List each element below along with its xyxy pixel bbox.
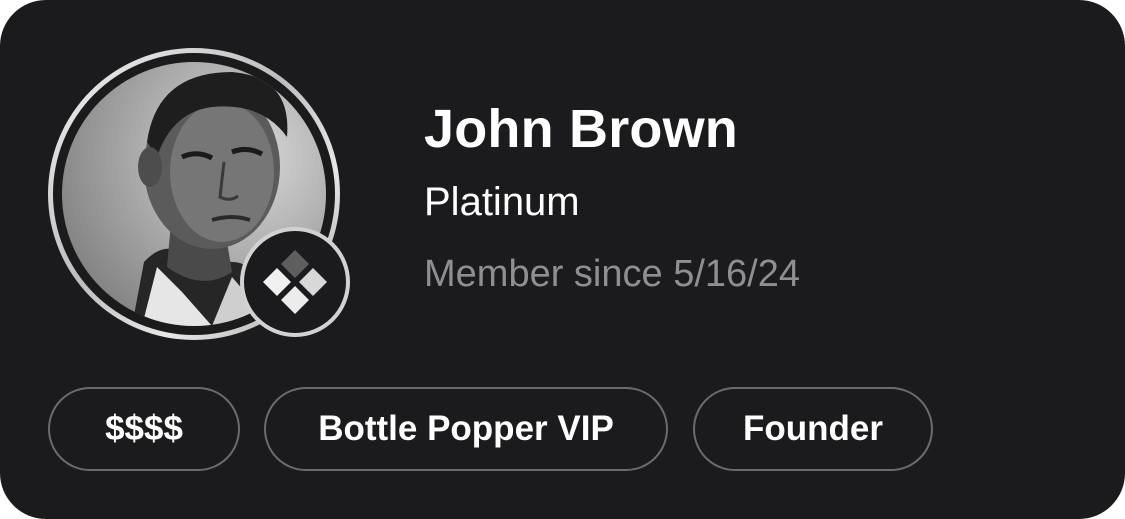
member-profile-card: John Brown Platinum Member since 5/16/24… [0, 0, 1125, 519]
diamond-grid-icon [263, 250, 327, 314]
member-name: John Brown [424, 99, 738, 159]
tag-spending[interactable]: $$$$ [48, 387, 240, 471]
member-tier: Platinum [424, 180, 580, 224]
member-since: Member since 5/16/24 [424, 253, 800, 295]
tag-founder[interactable]: Founder [693, 387, 933, 471]
tag-bottle-popper-vip[interactable]: Bottle Popper VIP [264, 387, 668, 471]
tier-badge [240, 227, 350, 337]
